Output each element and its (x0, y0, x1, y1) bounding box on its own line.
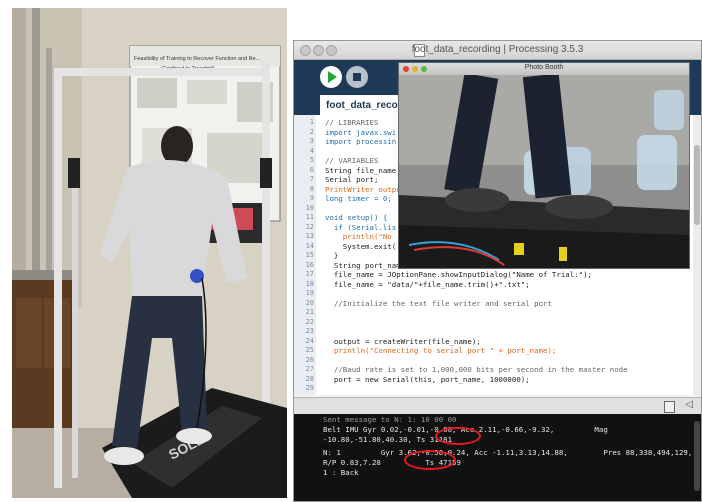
code-line: Serial port; (325, 175, 379, 184)
code-line: port = new Serial(this, port_name, 10000… (325, 374, 530, 384)
code-line: import javax.swi (325, 127, 397, 137)
code-line: PrintWriter outpu (325, 184, 401, 194)
console-line: 1 : Back (323, 468, 359, 477)
clipboard-icon[interactable] (664, 401, 675, 413)
photo-booth-titlebar: Photo Booth (399, 63, 689, 75)
code-line: import processin (325, 137, 397, 146)
line-number: 15 (305, 251, 314, 259)
line-number: 7 (309, 175, 314, 183)
treadmill-scene: Feasibility of Training to Recover Funct… (12, 8, 287, 498)
code-line: //Initialize the text file writer and se… (325, 298, 552, 308)
tab-foot-data-recording[interactable]: foot_data_record (320, 95, 410, 115)
code-line: String port_nam (325, 260, 401, 270)
editor-scrollbar[interactable] (693, 115, 701, 395)
line-number: 13 (305, 232, 314, 240)
camera-feed (399, 75, 689, 268)
line-number: 28 (305, 374, 314, 383)
line-number: 12 (305, 222, 314, 231)
photo-booth-title: Photo Booth (524, 64, 564, 71)
poster-title: Feasibility of Training to Recover Funct… (134, 56, 261, 62)
line-number: 4 (309, 146, 314, 155)
scrollbar-thumb[interactable] (694, 145, 700, 225)
line-number: 17 (305, 270, 314, 278)
code-line: file_name = JOptionPane.showInputDialog(… (325, 270, 592, 279)
window-titlebar: foot_data_recording | Processing 3.5.3 (294, 41, 701, 60)
code-line: file_name = "data/"+file_name.trim()+".t… (325, 279, 530, 289)
photo-booth-window: Photo Booth (398, 62, 690, 269)
line-number: 19 (305, 289, 314, 297)
code-line: long timer = 0; (325, 194, 392, 203)
line-number: 9 (309, 194, 314, 202)
line-number: 10 (305, 203, 314, 212)
line-number: 8 (309, 184, 314, 193)
line-number: 18 (305, 279, 314, 288)
code-line: println("No (325, 232, 392, 241)
line-number: 29 (305, 384, 314, 392)
line-number: 5 (309, 156, 314, 164)
line-number: 16 (305, 260, 314, 269)
line-number: 6 (309, 165, 314, 174)
console-output: Sent message to N: 1: 10 00 00 Belt IMU … (294, 414, 701, 501)
line-number: 25 (305, 346, 314, 354)
line-number: 24 (305, 336, 314, 345)
console-scrollbar[interactable] (694, 421, 700, 491)
collapse-console-icon[interactable]: ◁ (685, 399, 693, 410)
stop-icon (353, 73, 361, 81)
code-line: //Baud rate is set to 1,000,000 bits per… (325, 365, 628, 374)
code-line: if (Serial.lis (325, 222, 397, 232)
line-number: 14 (305, 241, 314, 250)
line-number: 26 (305, 355, 314, 364)
stop-button[interactable] (346, 66, 368, 88)
console-line: -10.80,-51.80,40.30, Ts 31181 (323, 435, 453, 444)
line-number: 23 (305, 327, 314, 335)
console-line: Sent message to N: 1: 10 00 00 (323, 415, 457, 424)
code-line: void setup() { (325, 213, 388, 222)
code-line: println("Connecting to serial port " + p… (325, 346, 557, 355)
line-number: 11 (305, 213, 314, 221)
timestamp-highlight-circle (435, 427, 481, 445)
code-line: // LIBRARIES (325, 118, 379, 127)
console-line: N: 1 Gyr 3.62,-0.50,0.24, Acc -1.11,3.13… (323, 448, 693, 457)
code-line: } (325, 251, 339, 260)
timestamp-highlight-circle (404, 450, 456, 470)
line-number: 21 (305, 308, 314, 316)
code-line: System.exit( (325, 241, 397, 251)
line-number: 22 (305, 317, 314, 326)
play-icon (328, 71, 337, 83)
line-number: 1 (309, 118, 314, 126)
line-number: 20 (305, 298, 314, 307)
console-header: ◁ (294, 397, 701, 415)
treadmill-photo: Feasibility of Training to Recover Funct… (12, 8, 287, 498)
code-line: // VARIABLES (325, 156, 379, 165)
line-number: 2 (309, 127, 314, 136)
code-line: String file_name (325, 165, 397, 175)
run-button[interactable] (320, 66, 342, 88)
line-number: 27 (305, 365, 314, 373)
line-number: 3 (309, 137, 314, 145)
window-title: foot_data_recording | Processing 3.5.3 (411, 44, 584, 55)
code-line: output = createWriter(file_name); (325, 336, 481, 346)
